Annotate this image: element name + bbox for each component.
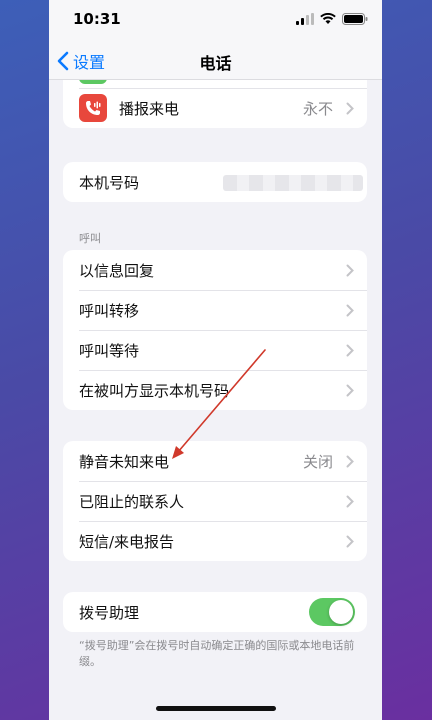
row-reply-with-message[interactable]: 以信息回复 — [63, 250, 367, 290]
battery-icon — [342, 13, 368, 25]
wifi-icon — [320, 13, 336, 24]
chevron-right-icon — [341, 264, 359, 277]
row-call-waiting[interactable]: 呼叫等待 — [63, 330, 367, 370]
chevron-right-icon — [341, 495, 359, 508]
home-indicator[interactable] — [156, 706, 276, 711]
row-value: 关闭 — [302, 452, 333, 471]
dial-assist-toggle[interactable] — [309, 598, 355, 626]
toggle-knob — [329, 600, 353, 624]
phone-voice-icon — [79, 94, 107, 122]
status-bar: 10:31 — [49, 0, 382, 40]
row-label: 以信息回复 — [79, 261, 155, 280]
row-label: 静音未知来电 — [79, 452, 170, 471]
row-label: 呼叫等待 — [79, 341, 140, 360]
row-call-forwarding[interactable]: 呼叫转移 — [63, 290, 367, 330]
row-silence-unknown-callers[interactable]: 静音未知来电 关闭 — [63, 441, 367, 481]
row-value: 永不 — [302, 99, 333, 118]
page-title: 电话 — [199, 54, 232, 73]
row-my-number[interactable]: 本机号码 — [63, 162, 367, 202]
row-label: 呼叫转移 — [79, 301, 140, 320]
navigation-bar: 设置 电话 — [49, 40, 382, 80]
status-time: 10:31 — [73, 10, 121, 28]
row-blocked-contacts[interactable]: 已阻止的联系人 — [63, 481, 367, 521]
group-calls: 以信息回复 呼叫转移 呼叫等待 在被叫方显示本机号码 — [63, 250, 367, 410]
chevron-right-icon — [341, 344, 359, 357]
redacted-phone-number — [223, 175, 363, 191]
row-dial-assist: 拨号助理 — [63, 592, 367, 632]
chevron-right-icon — [341, 304, 359, 317]
row-label: 短信/来电报告 — [79, 532, 175, 551]
row-label: 已阻止的联系人 — [79, 492, 185, 511]
group-blocking: 静音未知来电 关闭 已阻止的联系人 短信/来电报告 — [63, 441, 367, 561]
row-label: 播报来电 — [119, 99, 180, 118]
row-label: 拨号助理 — [79, 603, 140, 622]
chevron-right-icon — [341, 384, 359, 397]
group-my-number: 本机号码 — [63, 162, 367, 202]
signal-icon — [296, 13, 314, 25]
chevron-right-icon — [341, 535, 359, 548]
dial-assist-footnote: “拨号助理”会在拨号时自动确定正确的国际或本地电话前缀。 — [79, 639, 355, 668]
group-dial-assist: 拨号助理 — [63, 592, 367, 632]
row-sms-call-reporting[interactable]: 短信/来电报告 — [63, 521, 367, 561]
section-header-calls: 呼叫 — [79, 232, 101, 245]
row-label: 在被叫方显示本机号码 — [79, 381, 230, 400]
chevron-right-icon — [341, 102, 359, 115]
chevron-right-icon — [341, 455, 359, 468]
phone-screen: 10:31 设置 电话 播报来电 永不 本机号码 呼叫 以信息回复 呼叫转移 呼… — [49, 0, 382, 720]
row-announce-calls[interactable]: 播报来电 永不 — [63, 88, 367, 128]
status-icons — [296, 13, 368, 25]
row-show-caller-id[interactable]: 在被叫方显示本机号码 — [63, 370, 367, 410]
